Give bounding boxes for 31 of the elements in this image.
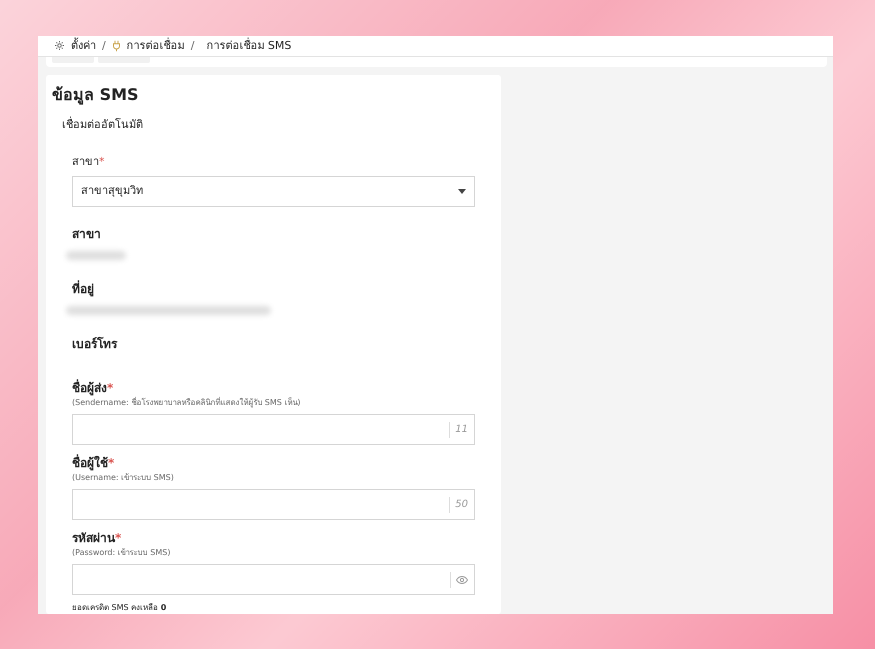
breadcrumb-separator: / xyxy=(102,38,106,54)
text-field[interactable] xyxy=(72,564,475,595)
field-hint: (Sendername: ชื่อโรงพยาบาลหรือคลินิกที่แสดงให้ผู้รับ SMS เห็น) xyxy=(72,397,302,409)
required-mark: * xyxy=(108,456,114,470)
breadcrumb-current: การต่อเชื่อม SMS xyxy=(206,38,292,54)
breadcrumb-link[interactable]: ตั้งค่า xyxy=(71,38,96,54)
breadcrumb-separator: / xyxy=(190,38,194,54)
field-label: สาขา xyxy=(72,154,99,168)
eye-icon[interactable] xyxy=(450,572,468,588)
field-hint: (Password: เข้าระบบ SMS) xyxy=(72,547,172,559)
field-label: เบอร์โทร xyxy=(72,337,117,351)
subtitle: เชื่อมต่ออัตโนมัติ xyxy=(62,117,144,133)
dropdown-caret-icon xyxy=(458,189,466,194)
required-mark: * xyxy=(107,381,114,395)
field-label: สาขา xyxy=(72,227,101,241)
field-label: ที่อยู่ xyxy=(72,282,94,296)
field-label: รหัสผ่าน xyxy=(72,531,115,545)
branch-select[interactable]: สาขาสุขุมวิท xyxy=(72,176,475,207)
card-title: ข้อมูล SMS xyxy=(52,84,140,107)
max-length-counter: 11 xyxy=(449,422,468,438)
required-mark: * xyxy=(99,154,104,168)
gear-icon xyxy=(54,40,65,52)
field-hint: (Username: เข้าระบบ SMS) xyxy=(72,472,175,484)
plug-icon xyxy=(112,40,121,52)
field-label: ชื่อผู้ใช้ xyxy=(72,456,108,470)
required-mark: * xyxy=(115,531,122,545)
breadcrumb-link[interactable]: การต่อเชื่อม xyxy=(126,38,185,54)
sms-credit-text: ยอดเครดิต SMS คงเหลือ 0 xyxy=(72,602,168,614)
field-label: ชื่อผู้ส่ง xyxy=(72,381,107,395)
redacted-text xyxy=(66,251,126,260)
max-length-counter: 50 xyxy=(449,496,468,512)
